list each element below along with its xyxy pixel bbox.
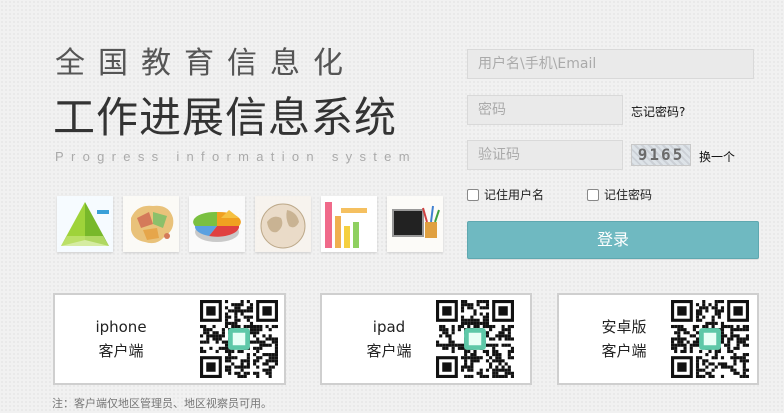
qr-code-icon [200,300,278,378]
forgot-password-link[interactable]: 忘记密码? [631,103,685,120]
client-name: iphone [95,318,147,336]
china-map-icon [123,196,179,252]
remember-username-checkbox[interactable]: 记住用户名 [467,186,544,203]
refresh-captcha-link[interactable]: 换一个 [699,148,735,165]
qr-code-icon [436,300,514,378]
bar-chart-icon [321,196,377,252]
system-subtitle-en: Progress information system [55,149,417,164]
client-card-ipad: ipad 客户端 [320,293,532,385]
pie-chart-icon [189,196,245,252]
login-button[interactable]: 登录 [467,221,759,259]
client-suffix: 客户端 [366,342,412,360]
client-card-android: 安卓版 客户端 [557,293,759,385]
globe-icon [255,196,311,252]
username-input[interactable]: 用户名\手机\Email [467,49,754,79]
checkbox-box[interactable] [467,188,479,201]
client-name: ipad [372,318,406,336]
system-title-line2: 工作进展信息系统 [53,93,398,142]
checkbox-box[interactable] [587,188,599,201]
qr-code-icon [671,300,749,378]
client-name: 安卓版 [601,318,647,336]
remember-username-label: 记住用户名 [484,188,545,202]
client-usage-note: 注：客户端仅地区管理员、地区视察员可用。 [52,397,272,410]
client-suffix: 客户端 [98,342,144,360]
captcha-input[interactable]: 验证码 [467,140,623,170]
password-input[interactable]: 密码 [467,95,623,125]
client-card-iphone: iphone 客户端 [53,293,286,385]
captcha-image[interactable]: 9165 [631,144,691,166]
client-suffix: 客户端 [601,342,647,360]
system-title-line1: 全国教育信息化 [55,46,356,81]
blackboard-icon [387,196,443,252]
triangle-chart-icon [57,196,113,252]
remember-password-label: 记住密码 [604,188,653,202]
remember-password-checkbox[interactable]: 记住密码 [587,186,652,203]
